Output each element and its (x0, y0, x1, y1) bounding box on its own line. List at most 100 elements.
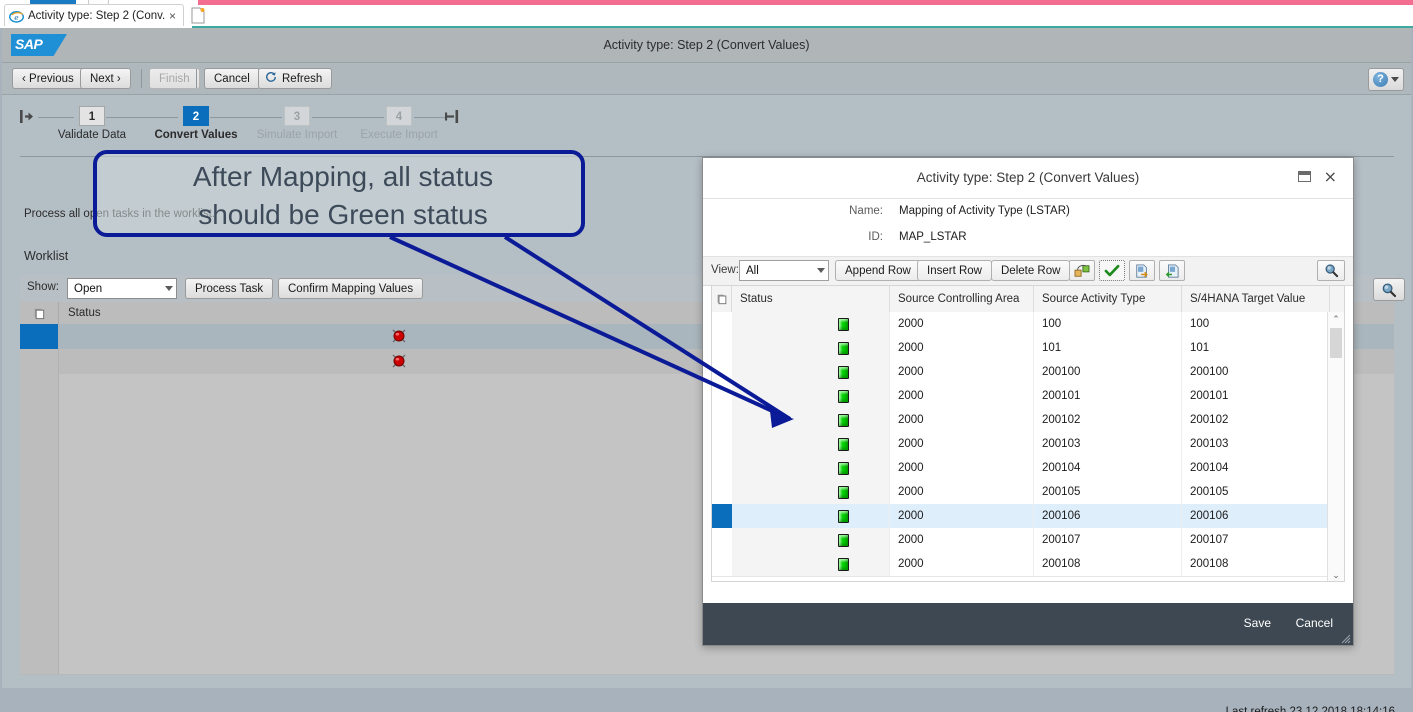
worklist-row-select-cell[interactable] (20, 524, 59, 549)
target-cell[interactable]: 200104 (1182, 456, 1330, 480)
status-cell[interactable] (732, 432, 890, 456)
worklist-row-select-cell[interactable] (20, 499, 59, 524)
area-cell[interactable]: 2000 (890, 552, 1034, 576)
row-select-cell[interactable] (712, 432, 733, 456)
worklist-row[interactable] (20, 649, 1394, 675)
source-cell[interactable]: 200106 (1034, 504, 1182, 528)
mapping-column-target-value[interactable]: S/4HANA Target Value (1182, 286, 1330, 312)
select-all-icon[interactable] (20, 302, 59, 324)
delete-row-button[interactable]: Delete Row (991, 260, 1071, 281)
view-select[interactable]: All (739, 260, 829, 281)
previous-button[interactable]: ‹ Previous (12, 68, 84, 89)
close-icon[interactable]: × (169, 10, 176, 22)
dialog-search-button[interactable] (1317, 260, 1345, 281)
source-cell[interactable]: 100 (1034, 312, 1182, 336)
area-cell[interactable]: 2000 (890, 384, 1034, 408)
status-cell[interactable] (732, 480, 890, 504)
target-cell[interactable]: 200102 (1182, 408, 1330, 432)
table-row[interactable]: 2000 200103 200103 (712, 432, 1344, 457)
table-row[interactable]: 2000 200100 200100 (712, 360, 1344, 385)
source-cell[interactable]: 200100 (1034, 360, 1182, 384)
worklist-row-select-cell[interactable] (20, 449, 59, 474)
area-cell[interactable]: 2000 (890, 312, 1034, 336)
source-cell[interactable]: 200105 (1034, 480, 1182, 504)
row-select-cell[interactable] (712, 336, 733, 360)
scrollbar-thumb[interactable] (1330, 328, 1342, 358)
target-cell[interactable]: 200108 (1182, 552, 1330, 576)
worklist-row-select-cell[interactable] (20, 324, 59, 349)
target-cell[interactable]: 200106 (1182, 504, 1330, 528)
worklist-row-select-cell[interactable] (20, 624, 59, 649)
roadmap-step-1[interactable]: 1 Validate Data (50, 106, 134, 141)
show-filter-select[interactable]: Open (67, 278, 177, 299)
area-cell[interactable]: 2000 (890, 480, 1034, 504)
status-cell[interactable] (732, 528, 890, 552)
mapping-column-source-controlling-area[interactable]: Source Controlling Area (890, 286, 1034, 312)
refresh-button[interactable]: Refresh (258, 68, 333, 89)
table-row[interactable]: 2000 200105 200105 (712, 480, 1344, 505)
row-select-cell[interactable] (712, 480, 733, 504)
row-select-cell[interactable] (712, 504, 733, 528)
target-cell[interactable]: 100 (1182, 312, 1330, 336)
scroll-down-icon[interactable]: ⌄ (1328, 568, 1344, 581)
area-cell[interactable]: 2000 (890, 432, 1034, 456)
confirm-mapping-values-button[interactable]: Confirm Mapping Values (278, 278, 424, 299)
area-cell[interactable]: 2000 (890, 360, 1034, 384)
area-cell[interactable]: 2000 (890, 336, 1034, 360)
worklist-row-select-cell[interactable] (20, 349, 59, 374)
worklist-row-select-cell[interactable] (20, 474, 59, 499)
process-task-button[interactable]: Process Task (185, 278, 274, 299)
worklist-row-select-cell[interactable] (20, 574, 59, 599)
source-cell[interactable]: 200107 (1034, 528, 1182, 552)
row-select-cell[interactable] (712, 408, 733, 432)
help-button[interactable]: ? (1368, 68, 1404, 91)
status-cell[interactable] (732, 384, 890, 408)
resize-handle-icon[interactable] (1341, 633, 1351, 644)
status-cell[interactable] (732, 504, 890, 528)
next-button[interactable]: Next › (80, 68, 131, 89)
table-row[interactable]: 2000 100 100 (712, 312, 1344, 337)
cancel-button[interactable]: Cancel (204, 68, 260, 89)
export-file-icon-button[interactable] (1129, 260, 1155, 281)
append-row-button[interactable]: Append Row (835, 260, 921, 281)
mapping-column-status[interactable]: Status (732, 286, 890, 312)
area-cell[interactable]: 2000 (890, 456, 1034, 480)
source-cell[interactable]: 200104 (1034, 456, 1182, 480)
worklist-row-select-cell[interactable] (20, 549, 59, 574)
target-cell[interactable]: 200107 (1182, 528, 1330, 552)
select-all-icon[interactable] (712, 286, 732, 312)
table-row[interactable]: 2000 200108 200108 (712, 552, 1344, 577)
mapping-link-icon-button[interactable] (1069, 260, 1095, 281)
table-row[interactable]: 2000 101 101 (712, 336, 1344, 361)
source-cell[interactable]: 101 (1034, 336, 1182, 360)
worklist-row-select-cell[interactable] (20, 399, 59, 424)
area-cell[interactable]: 2000 (890, 408, 1034, 432)
worklist-row-select-cell[interactable] (20, 424, 59, 449)
source-cell[interactable]: 200103 (1034, 432, 1182, 456)
browser-tab[interactable]: e Activity type: Step 2 (Conv... × (4, 4, 184, 27)
row-select-cell[interactable] (712, 360, 733, 384)
target-cell[interactable]: 200101 (1182, 384, 1330, 408)
row-select-cell[interactable] (712, 528, 733, 552)
source-cell[interactable]: 200101 (1034, 384, 1182, 408)
source-cell[interactable]: 200102 (1034, 408, 1182, 432)
close-icon[interactable]: × (1324, 169, 1337, 185)
status-cell[interactable] (732, 552, 890, 576)
table-row[interactable]: 2000 200104 200104 (712, 456, 1344, 481)
target-cell[interactable]: 200103 (1182, 432, 1330, 456)
worklist-row-select-cell[interactable] (20, 374, 59, 399)
source-cell[interactable]: 200108 (1034, 552, 1182, 576)
worklist-search-button[interactable] (1373, 278, 1405, 301)
status-cell[interactable] (732, 408, 890, 432)
status-cell[interactable] (732, 456, 890, 480)
worklist-row-select-cell[interactable] (20, 599, 59, 624)
insert-row-button[interactable]: Insert Row (917, 260, 992, 281)
mapping-table-scrollbar[interactable]: ⌃ ⌄ (1327, 312, 1344, 581)
target-cell[interactable]: 101 (1182, 336, 1330, 360)
status-cell[interactable] (732, 360, 890, 384)
save-button[interactable]: Save (1244, 616, 1271, 630)
status-cell[interactable] (732, 312, 890, 336)
roadmap-step-4[interactable]: 4 Execute Import (352, 106, 446, 141)
table-row[interactable]: 2000 200102 200102 (712, 408, 1344, 433)
scroll-up-icon[interactable]: ⌃ (1328, 312, 1344, 326)
